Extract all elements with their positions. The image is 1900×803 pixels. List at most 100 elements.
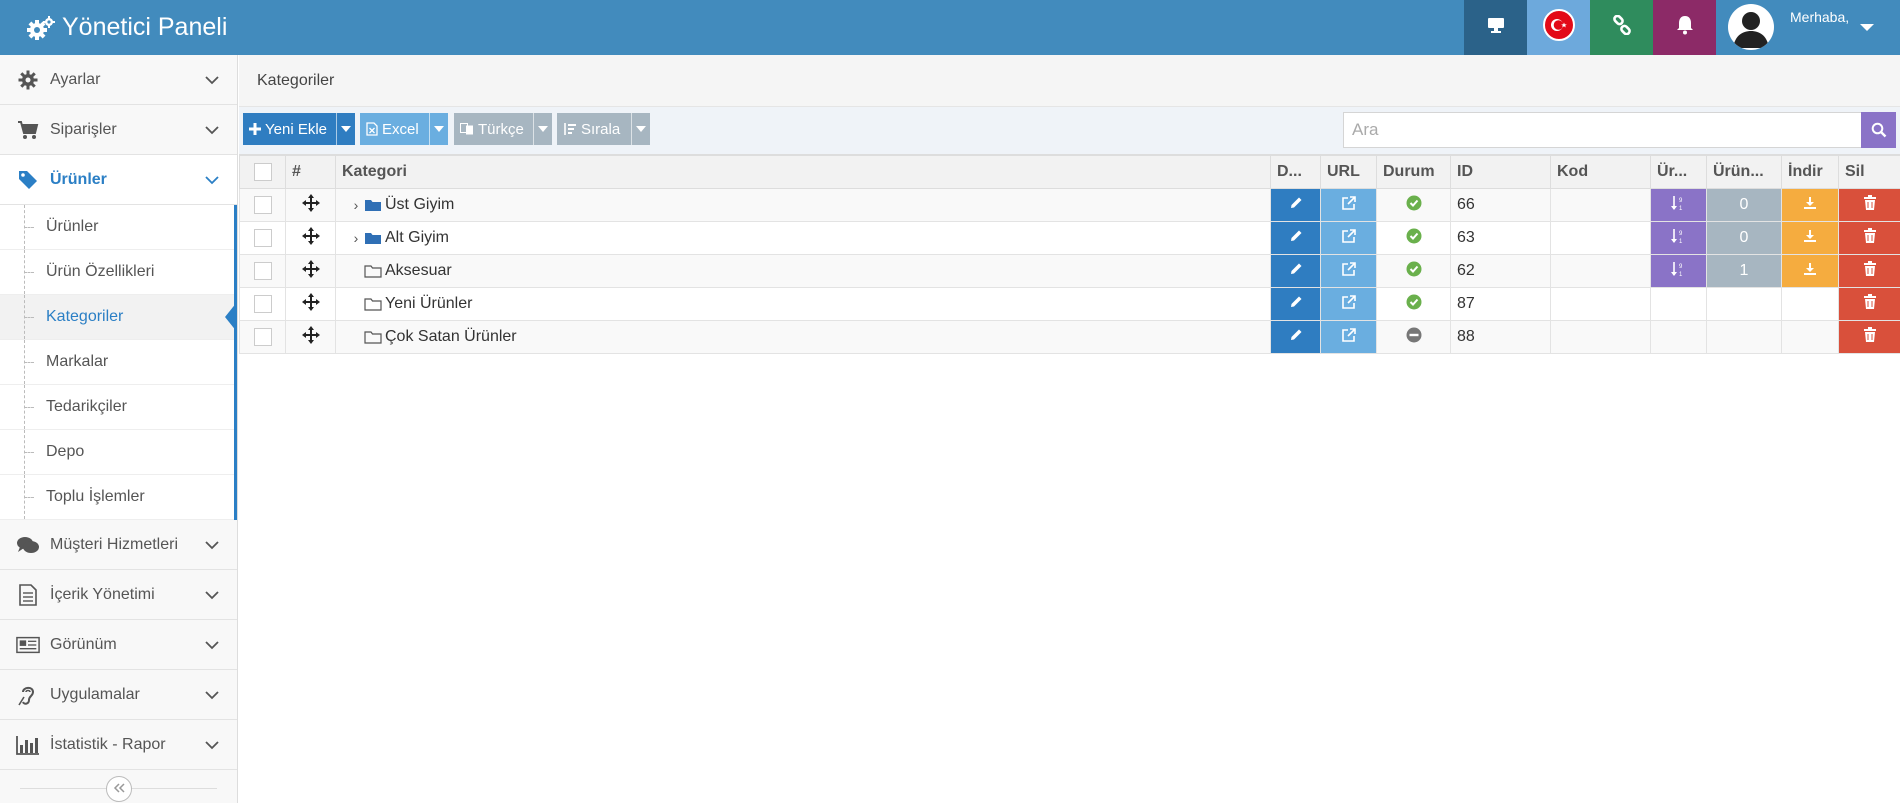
open-url-button[interactable]: [1320, 320, 1377, 354]
edit-button[interactable]: [1270, 254, 1321, 288]
drag-handle[interactable]: [285, 320, 336, 354]
row-checkbox[interactable]: [253, 195, 272, 214]
table-row: Yeni Ürünler 87: [239, 287, 1900, 321]
submenu-item-urunler[interactable]: Ürünler: [0, 205, 234, 250]
links-button[interactable]: [1590, 0, 1653, 55]
col-header-product-sort[interactable]: Ür...: [1650, 155, 1707, 189]
excel-dropdown-toggle[interactable]: [429, 113, 448, 145]
product-count-cell[interactable]: 0: [1706, 188, 1782, 222]
drag-handle[interactable]: [285, 254, 336, 288]
row-checkbox[interactable]: [253, 327, 272, 346]
open-url-button[interactable]: [1320, 254, 1377, 288]
col-header-url[interactable]: URL: [1320, 155, 1377, 189]
language-flag-button[interactable]: [1527, 0, 1590, 55]
status-cell[interactable]: [1376, 254, 1451, 288]
status-active-icon: [1406, 261, 1421, 276]
status-cell[interactable]: [1376, 188, 1451, 222]
status-cell[interactable]: [1376, 221, 1451, 255]
trash-icon: [1863, 261, 1876, 276]
submenu-item-depo[interactable]: Depo: [0, 430, 234, 475]
excel-button[interactable]: Excel: [360, 113, 448, 145]
col-header-edit[interactable]: D...: [1270, 155, 1321, 189]
sidebar-item-ayarlar[interactable]: Ayarlar: [0, 55, 237, 105]
row-checkbox[interactable]: [253, 261, 272, 280]
product-count-cell[interactable]: 0: [1706, 221, 1782, 255]
product-sort-button[interactable]: 91: [1650, 254, 1707, 288]
edit-button[interactable]: [1270, 221, 1321, 255]
open-url-button[interactable]: [1320, 287, 1377, 321]
edit-button[interactable]: [1270, 320, 1321, 354]
sidebar-item-icerik-yonetimi[interactable]: İçerik Yönetimi: [0, 570, 237, 620]
move-icon: [301, 193, 320, 212]
search-input[interactable]: [1343, 112, 1863, 148]
select-all-checkbox[interactable]: [253, 162, 272, 181]
delete-button[interactable]: [1838, 221, 1900, 255]
product-sort-button[interactable]: 91: [1650, 188, 1707, 222]
category-name[interactable]: Üst Giyim: [385, 196, 454, 214]
gear-icon: [16, 68, 40, 92]
download-button[interactable]: [1781, 254, 1839, 288]
sidebar-item-uygulamalar[interactable]: Uygulamalar: [0, 670, 237, 720]
open-url-button[interactable]: [1320, 221, 1377, 255]
submenu-item-tedarikciler[interactable]: Tedarikçiler: [0, 385, 234, 430]
col-header-order[interactable]: #: [285, 155, 336, 189]
drag-handle[interactable]: [285, 221, 336, 255]
download-button[interactable]: [1781, 188, 1839, 222]
sidebar-collapse-button[interactable]: [106, 776, 132, 802]
sidebar-item-gorunum[interactable]: Görünüm: [0, 620, 237, 670]
submenu-item-markalar[interactable]: Markalar: [0, 340, 234, 385]
col-header-id[interactable]: ID: [1450, 155, 1551, 189]
comments-icon: [16, 533, 40, 557]
col-header-product-count[interactable]: Ürün...: [1706, 155, 1782, 189]
sort-button[interactable]: Sırala: [557, 113, 650, 145]
col-header-code[interactable]: Kod: [1550, 155, 1651, 189]
open-url-button[interactable]: [1320, 188, 1377, 222]
download-button[interactable]: [1781, 221, 1839, 255]
delete-button[interactable]: [1838, 254, 1900, 288]
category-name[interactable]: Aksesuar: [385, 262, 452, 280]
user-greeting: Merhaba,: [1790, 9, 1850, 25]
product-sort-button[interactable]: 91: [1650, 221, 1707, 255]
category-cell: Yeni Ürünler: [335, 287, 1271, 321]
status-cell[interactable]: [1376, 320, 1451, 354]
language-button[interactable]: Türkçe: [454, 113, 552, 145]
col-header-category[interactable]: Kategori: [335, 155, 1271, 189]
user-menu[interactable]: Merhaba,: [1718, 0, 1900, 55]
row-checkbox[interactable]: [253, 294, 272, 313]
edit-button[interactable]: [1270, 287, 1321, 321]
submenu-item-toplu-islemler[interactable]: Toplu İşlemler: [0, 475, 234, 520]
col-header-delete[interactable]: Sil: [1838, 155, 1900, 189]
sidebar-item-musteri-hizmetleri[interactable]: Müşteri Hizmetleri: [0, 520, 237, 570]
submenu-item-urun-ozellikleri[interactable]: Ürün Özellikleri: [0, 250, 234, 295]
sidebar-item-siparisler[interactable]: Siparişler: [0, 105, 237, 155]
category-name[interactable]: Yeni Ürünler: [385, 295, 472, 313]
delete-button[interactable]: [1838, 320, 1900, 354]
delete-button[interactable]: [1838, 287, 1900, 321]
edit-button[interactable]: [1270, 188, 1321, 222]
row-checkbox[interactable]: [253, 228, 272, 247]
expand-toggle[interactable]: ›: [348, 230, 364, 246]
link-icon: [1612, 14, 1632, 40]
desktop-button[interactable]: [1464, 0, 1527, 55]
status-cell[interactable]: [1376, 287, 1451, 321]
category-name[interactable]: Alt Giyim: [385, 229, 449, 247]
product-count-cell[interactable]: 1: [1706, 254, 1782, 288]
add-new-dropdown-toggle[interactable]: [336, 113, 355, 145]
expand-toggle[interactable]: ›: [348, 197, 364, 213]
brand[interactable]: Yönetici Paneli: [26, 0, 227, 55]
drag-handle[interactable]: [285, 188, 336, 222]
sidebar-item-istatistik-rapor[interactable]: İstatistik - Rapor: [0, 720, 237, 770]
submenu-item-kategoriler[interactable]: Kategoriler: [0, 295, 237, 340]
sidebar-item-label: İçerik Yönetimi: [50, 585, 155, 603]
sidebar-item-urunler[interactable]: Ürünler: [0, 155, 237, 205]
category-name[interactable]: Çok Satan Ürünler: [385, 328, 517, 346]
sort-dropdown-toggle[interactable]: [631, 113, 650, 145]
delete-button[interactable]: [1838, 188, 1900, 222]
language-dropdown-toggle[interactable]: [533, 113, 552, 145]
col-header-status[interactable]: Durum: [1376, 155, 1451, 189]
add-new-button[interactable]: Yeni Ekle: [243, 113, 355, 145]
notifications-button[interactable]: [1653, 0, 1716, 55]
search-button[interactable]: [1861, 112, 1896, 148]
drag-handle[interactable]: [285, 287, 336, 321]
col-header-download[interactable]: İndir: [1781, 155, 1839, 189]
